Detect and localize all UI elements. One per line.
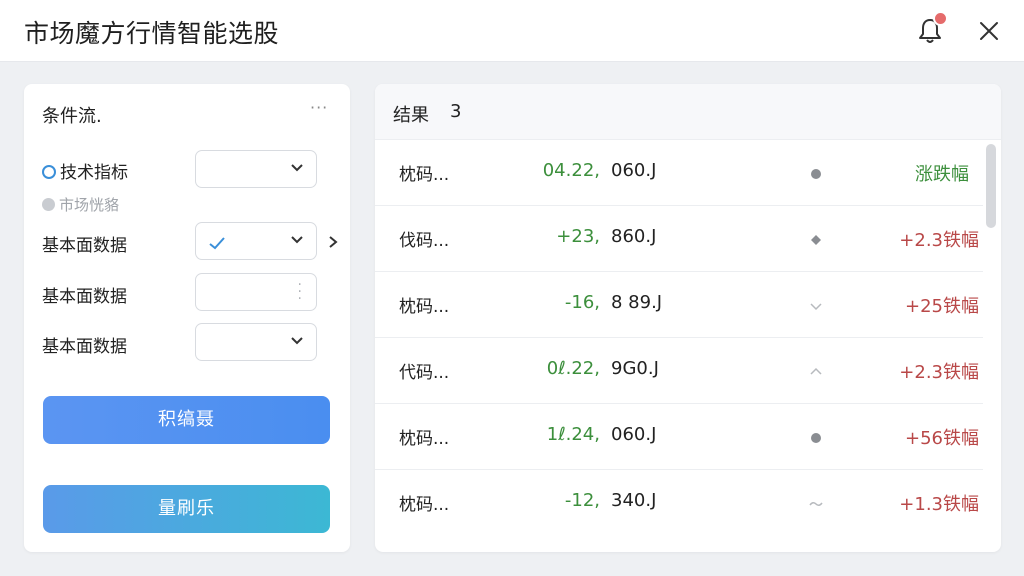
option-market[interactable]: 市场恍貉 (42, 194, 119, 215)
option-label: 基本面数据 (42, 337, 127, 357)
option-label: 基本面数据 (42, 236, 127, 256)
check-icon (209, 237, 225, 250)
chevron-right-icon[interactable] (327, 235, 339, 249)
secondary-button[interactable]: 量刷乐 (43, 485, 330, 533)
fundamental-select-2[interactable]: · · · (195, 273, 317, 311)
results-header: 结果 3 (375, 84, 1001, 140)
option-fundamental-2: 基本面数据 (42, 282, 127, 307)
results-count: 3 (450, 101, 462, 122)
chevron-down-icon (291, 236, 303, 244)
stock-code: 枕码... (399, 297, 450, 317)
option-label: 市场恍貉 (59, 196, 120, 214)
change-value: 1ℓ.24, (546, 424, 600, 445)
pct-value: +56铁幅 (905, 428, 979, 449)
price-value: 9G0.J (611, 358, 659, 379)
chevron-down-icon (291, 164, 303, 172)
stock-code: 枕码... (399, 495, 450, 515)
pct-value: +1.3铁幅 (899, 494, 979, 515)
table-row[interactable]: 伐码... +23, 860.J +2.3铁幅 (375, 206, 983, 272)
stock-code: 伐码... (399, 231, 450, 251)
pct-value: +2.3铁幅 (899, 362, 979, 383)
chevron-up-icon (810, 367, 822, 375)
option-fundamental-1: 基本面数据 (42, 231, 127, 256)
pct-value: 涨跌幅 (915, 164, 969, 185)
results-title: 结果 (393, 105, 429, 126)
radio-off-icon[interactable] (42, 198, 55, 211)
more-icon[interactable]: ··· (310, 98, 328, 117)
price-value: 060.J (611, 424, 657, 445)
primary-button[interactable]: 积缟聂 (43, 396, 330, 444)
option-technical[interactable]: 技术指标 (42, 158, 128, 183)
price-value: 8 89.J (611, 292, 663, 313)
change-value: 0ℓ.22, (546, 358, 600, 379)
chevron-down-icon (291, 337, 303, 345)
table-row[interactable]: 枕码... 1ℓ.24, 060.J +56铁幅 (375, 404, 983, 470)
tilde-icon (809, 501, 823, 507)
stock-code: 代码... (399, 363, 450, 383)
conditions-panel: 条件流. ··· 技术指标 市场恍貉 基本面数据 基本面数据 基本面数据 · · ·… (24, 84, 350, 552)
radio-selected-icon[interactable] (42, 165, 56, 179)
chevron-down-icon (810, 303, 822, 311)
pct-value: +2.3铁幅 (899, 230, 979, 251)
conditions-title: 条件流. (42, 106, 102, 127)
change-value: -12, (564, 490, 600, 511)
close-icon[interactable] (976, 18, 1002, 44)
price-value: 860.J (611, 226, 657, 247)
change-value: +23, (556, 226, 600, 247)
option-fundamental-3: 基本面数据 (42, 332, 127, 357)
stock-code: 枕码... (399, 165, 450, 185)
pct-value: +25铁幅 (905, 296, 979, 317)
top-bar: 市场魔方行情智能选股 (0, 0, 1024, 62)
change-value: 04.22, (542, 160, 600, 181)
price-value: 060.J (611, 160, 657, 181)
stock-code: 枕码... (399, 429, 450, 449)
diamond-icon (811, 235, 821, 245)
scrollbar[interactable] (986, 144, 996, 228)
fundamental-select-3[interactable] (195, 323, 317, 361)
table-row[interactable]: 枕码... -16, 8 89.J +25铁幅 (375, 272, 983, 338)
app-title: 市场魔方行情智能选股 (24, 19, 280, 48)
change-value: -16, (564, 292, 600, 313)
vertical-dots-icon: · · · (297, 277, 302, 307)
table-row[interactable]: 代码... 0ℓ.22, 9G0.J +2.3铁幅 (375, 338, 983, 404)
table-row[interactable]: 枕码... 04.22, 060.J 涨跌幅 (375, 140, 983, 206)
option-label: 技术指标 (60, 163, 128, 183)
fundamental-select-1[interactable] (195, 222, 317, 260)
technical-select[interactable] (195, 150, 317, 188)
dot-icon (811, 433, 821, 443)
price-value: 340.J (611, 490, 657, 511)
table-row[interactable]: 枕码... -12, 340.J +1.3铁幅 (375, 470, 983, 536)
option-label: 基本面数据 (42, 287, 127, 307)
notification-badge (933, 11, 948, 26)
dot-icon (811, 169, 821, 179)
results-panel: 结果 3 枕码... 04.22, 060.J 涨跌幅 伐码... +23, 8… (375, 84, 1001, 552)
